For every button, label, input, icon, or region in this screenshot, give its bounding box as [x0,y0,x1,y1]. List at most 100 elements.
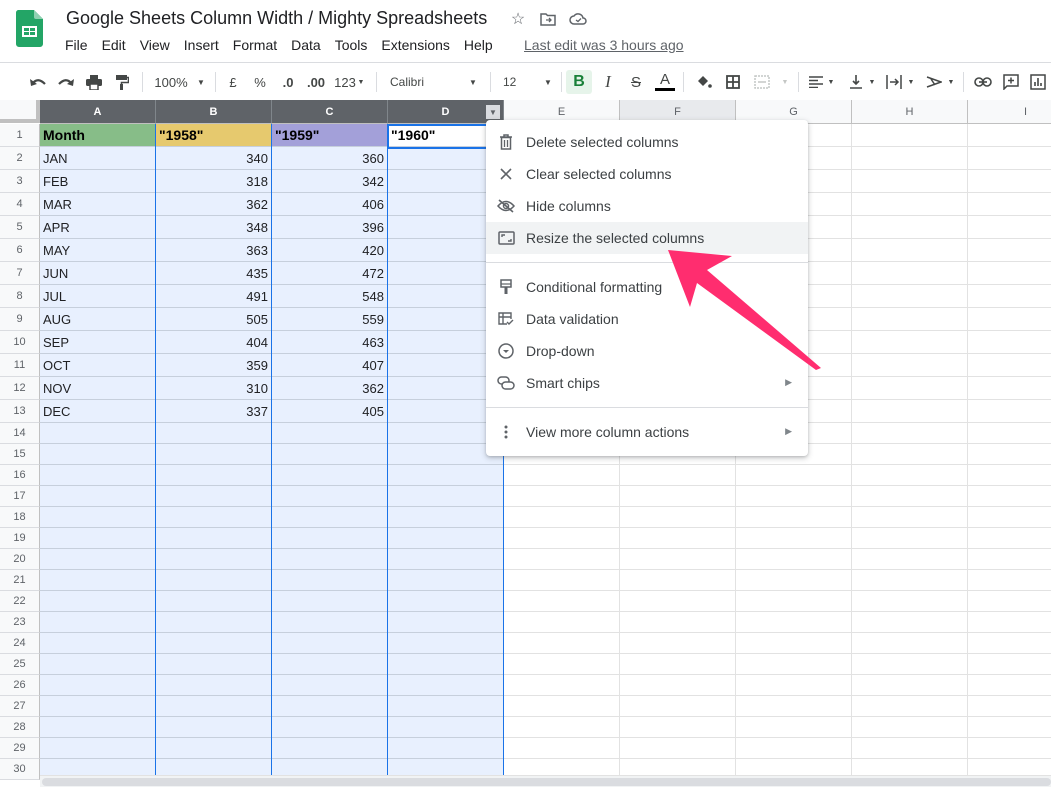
percent-format-button[interactable]: % [253,70,267,94]
cell-A4[interactable]: MAR [40,193,156,216]
merge-cells-icon[interactable] [752,70,772,94]
cell-B28[interactable] [156,717,272,738]
row-header-14[interactable]: 14 [0,423,40,444]
cell-D21[interactable] [388,570,504,591]
row-header-11[interactable]: 11 [0,354,40,377]
cell-D28[interactable] [388,717,504,738]
cell-B20[interactable] [156,549,272,570]
text-wrapping-icon[interactable] [884,70,904,94]
cell-C6[interactable]: 420 [272,239,388,262]
cell-C2[interactable]: 360 [272,147,388,170]
row-header-25[interactable]: 25 [0,654,40,675]
cell-C28[interactable] [272,717,388,738]
cell-H22[interactable] [852,591,968,612]
cell-C8[interactable]: 548 [272,285,388,308]
cell-C19[interactable] [272,528,388,549]
cell-H10[interactable] [852,331,968,354]
cell-H13[interactable] [852,400,968,423]
cell-H29[interactable] [852,738,968,759]
cell-I1[interactable] [968,124,1051,147]
cell-C21[interactable] [272,570,388,591]
cell-B7[interactable]: 435 [156,262,272,285]
cell-A1[interactable]: Month [40,124,156,147]
cell-C14[interactable] [272,423,388,444]
cell-C23[interactable] [272,612,388,633]
row-header-4[interactable]: 4 [0,193,40,216]
zoom-dropdown-icon[interactable]: ▼ [196,70,206,94]
cell-E16[interactable] [504,465,620,486]
cell-D17[interactable] [388,486,504,507]
cell-D23[interactable] [388,612,504,633]
paint-format-icon[interactable] [112,70,132,94]
cell-I13[interactable] [968,400,1051,423]
cell-B24[interactable] [156,633,272,654]
row-header-28[interactable]: 28 [0,717,40,738]
cell-B29[interactable] [156,738,272,759]
cell-H24[interactable] [852,633,968,654]
cloud-saved-icon[interactable] [568,9,588,29]
cell-G21[interactable] [736,570,852,591]
cell-C5[interactable]: 396 [272,216,388,239]
scrollbar-thumb[interactable] [42,778,1051,786]
menu-item-clear-columns[interactable]: Clear selected columns [486,158,808,190]
cell-A19[interactable] [40,528,156,549]
cell-C4[interactable]: 406 [272,193,388,216]
column-header-A[interactable]: A [40,100,156,124]
text-rotation-icon[interactable] [924,70,944,94]
cell-E20[interactable] [504,549,620,570]
cell-A14[interactable] [40,423,156,444]
cell-A15[interactable] [40,444,156,465]
row-header-2[interactable]: 2 [0,147,40,170]
cell-C27[interactable] [272,696,388,717]
row-header-23[interactable]: 23 [0,612,40,633]
vertical-align-icon[interactable] [846,70,866,94]
row-header-27[interactable]: 27 [0,696,40,717]
row-header-8[interactable]: 8 [0,285,40,308]
cell-H17[interactable] [852,486,968,507]
cell-I2[interactable] [968,147,1051,170]
v-align-dropdown-icon[interactable]: ▼ [867,70,877,94]
select-all-corner[interactable] [0,100,40,123]
cell-G29[interactable] [736,738,852,759]
cell-A3[interactable]: FEB [40,170,156,193]
cell-E27[interactable] [504,696,620,717]
cell-I5[interactable] [968,216,1051,239]
cell-B11[interactable]: 359 [156,354,272,377]
menu-data[interactable]: Data [291,37,321,53]
cell-D16[interactable] [388,465,504,486]
cell-E24[interactable] [504,633,620,654]
cell-I26[interactable] [968,675,1051,696]
cell-H25[interactable] [852,654,968,675]
cell-I25[interactable] [968,654,1051,675]
font-size-select[interactable]: 12 [503,70,523,94]
cell-A6[interactable]: MAY [40,239,156,262]
insert-comment-icon[interactable] [1001,70,1021,94]
cell-E29[interactable] [504,738,620,759]
cell-I28[interactable] [968,717,1051,738]
cell-D27[interactable] [388,696,504,717]
horizontal-align-icon[interactable] [806,70,826,94]
cell-A17[interactable] [40,486,156,507]
cell-F23[interactable] [620,612,736,633]
cell-B26[interactable] [156,675,272,696]
cell-F28[interactable] [620,717,736,738]
menu-item-more-column-actions[interactable]: View more column actions ▶ [486,416,808,448]
cell-B4[interactable]: 362 [156,193,272,216]
cell-I19[interactable] [968,528,1051,549]
cell-I9[interactable] [968,308,1051,331]
more-formats-button[interactable]: 123 [333,70,357,94]
row-header-12[interactable]: 12 [0,377,40,400]
rotation-dropdown-icon[interactable]: ▼ [946,70,956,94]
cell-A12[interactable]: NOV [40,377,156,400]
row-header-24[interactable]: 24 [0,633,40,654]
cell-F29[interactable] [620,738,736,759]
document-title[interactable]: Google Sheets Column Width / Mighty Spre… [66,8,487,29]
menu-item-delete-columns[interactable]: Delete selected columns [486,126,808,158]
cell-A20[interactable] [40,549,156,570]
cell-I8[interactable] [968,285,1051,308]
cell-A26[interactable] [40,675,156,696]
cell-H15[interactable] [852,444,968,465]
cell-D18[interactable] [388,507,504,528]
cell-C29[interactable] [272,738,388,759]
zoom-select[interactable]: 100% [154,70,187,94]
